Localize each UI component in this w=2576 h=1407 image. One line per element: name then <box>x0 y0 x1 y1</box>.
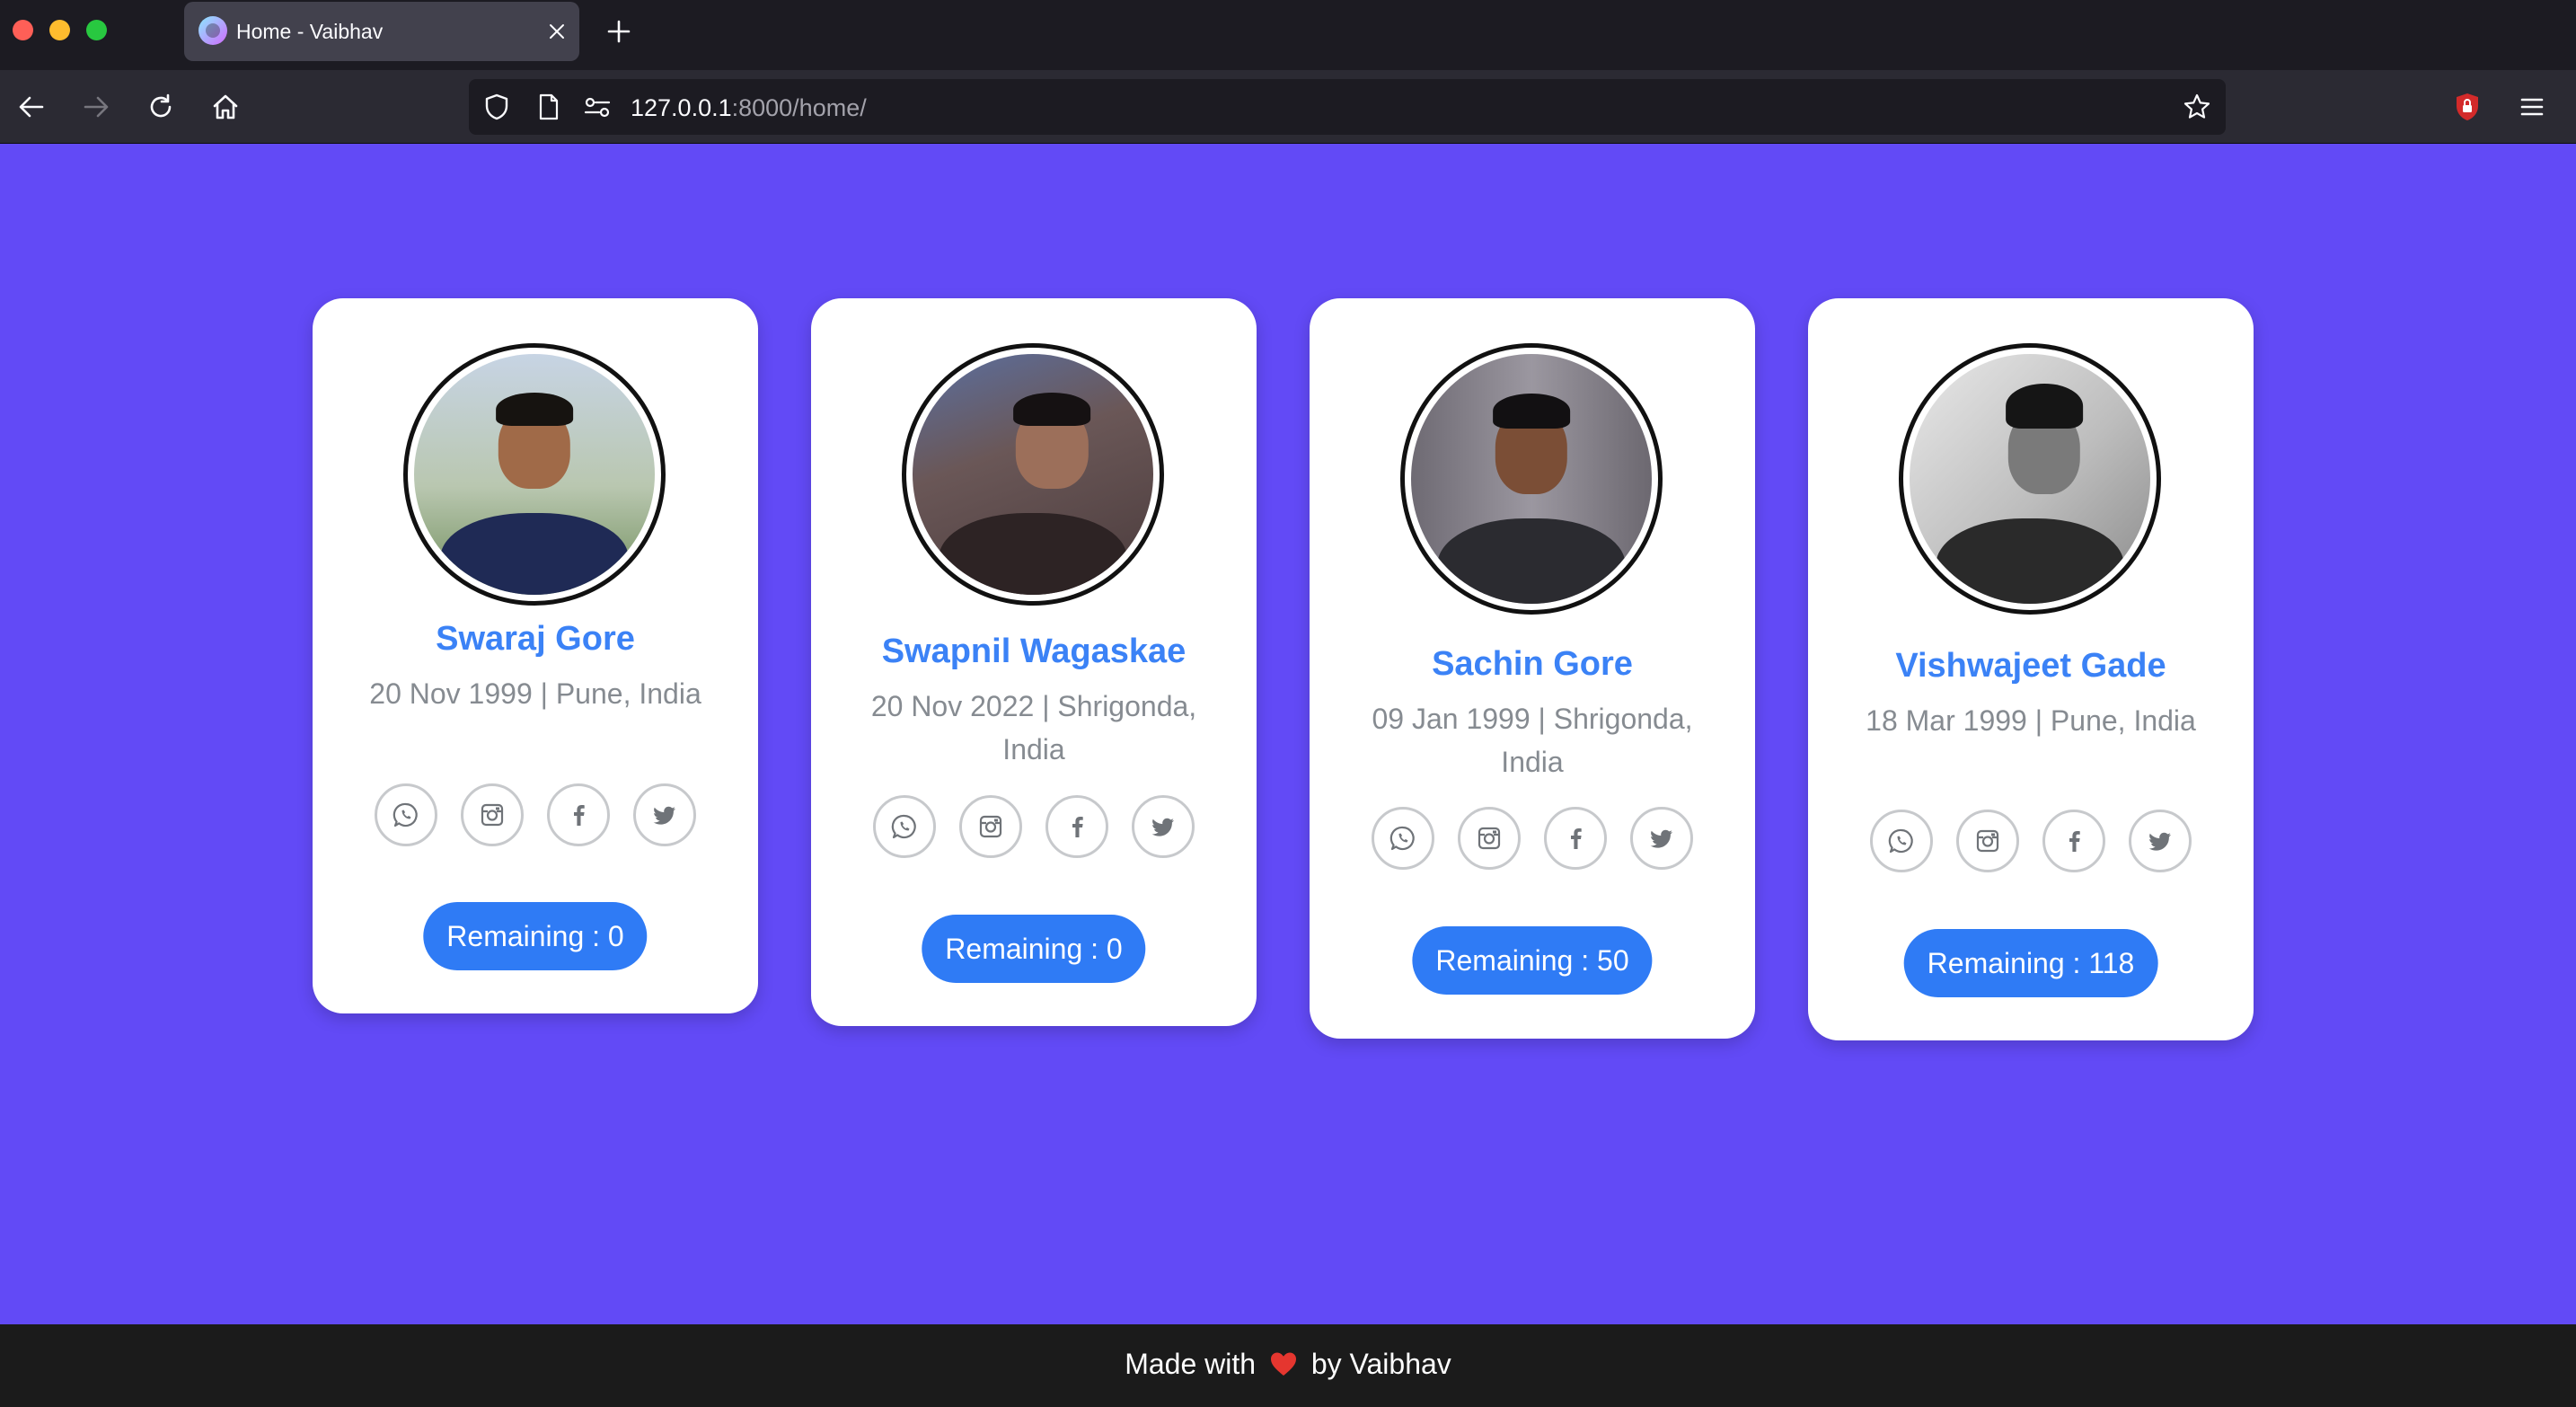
social-links <box>811 795 1257 858</box>
profile-card: Swapnil Wagaskae 20 Nov 2022 | Shrigonda… <box>811 298 1257 1026</box>
twitter-icon[interactable] <box>1630 807 1693 870</box>
twitter-icon[interactable] <box>633 783 696 846</box>
profile-info: 20 Nov 1999 | Pune, India <box>369 677 701 710</box>
browser-tab-active[interactable]: Home - Vaibhav <box>184 2 579 61</box>
footer-made-with: Made with <box>1125 1347 1257 1380</box>
avatar-hair <box>496 392 573 427</box>
whatsapp-icon[interactable] <box>873 795 936 858</box>
avatar-torso <box>1437 518 1626 604</box>
url-host: 127.0.0.1 <box>631 94 732 121</box>
page-footer: Made with by Vaibhav <box>0 1324 2576 1407</box>
profile-name: Vishwajeet Gade <box>1895 647 2166 685</box>
whatsapp-icon[interactable] <box>375 783 437 846</box>
browser-navbar: 127.0.0.1:8000/home/ <box>0 70 2576 144</box>
twitter-icon[interactable] <box>2129 810 2192 872</box>
page-background: Swaraj Gore 20 Nov 1999 | Pune, India Re… <box>0 144 2576 1324</box>
profile-name: Sachin Gore <box>1432 645 1633 683</box>
hamburger-menu-icon[interactable] <box>2511 86 2553 128</box>
browser-titlebar: Home - Vaibhav <box>0 0 2576 70</box>
profile-info: 20 Nov 2022 | Shrigonda, India <box>870 690 1197 765</box>
avatar-torso <box>1936 518 2124 604</box>
site-permissions-icon[interactable] <box>582 92 613 122</box>
profile-name: Swapnil Wagaskae <box>881 633 1187 670</box>
footer-author: by Vaibhav <box>1310 1347 1451 1380</box>
avatar-torso <box>939 512 1127 595</box>
instagram-icon[interactable] <box>1956 810 2019 872</box>
page-info-icon[interactable] <box>534 92 564 122</box>
maximize-window-button[interactable] <box>86 20 107 40</box>
extension-shield-lock-icon[interactable] <box>2447 86 2488 128</box>
facebook-icon[interactable] <box>547 783 610 846</box>
facebook-icon[interactable] <box>1544 807 1607 870</box>
tracking-shield-icon[interactable] <box>481 92 512 122</box>
profile-info: 18 Mar 1999 | Pune, India <box>1866 704 2196 737</box>
remaining-badge: Remaining : 50 <box>1412 926 1653 995</box>
forward-arrow-icon[interactable] <box>75 86 117 128</box>
home-icon[interactable] <box>205 86 246 128</box>
site-favicon-icon <box>198 16 227 45</box>
avatar-hair <box>1013 392 1091 427</box>
tab-title: Home - Vaibhav <box>236 20 384 43</box>
url-path: :8000/home/ <box>731 94 867 121</box>
profile-card: Swaraj Gore 20 Nov 1999 | Pune, India Re… <box>313 298 758 1013</box>
avatar[interactable] <box>1899 343 2161 615</box>
close-tab-icon[interactable] <box>539 13 575 49</box>
avatar-photo <box>1910 354 2150 604</box>
instagram-icon[interactable] <box>461 783 524 846</box>
new-tab-plus-icon[interactable] <box>598 11 640 52</box>
address-bar[interactable]: 127.0.0.1:8000/home/ <box>469 79 2226 135</box>
back-arrow-icon[interactable] <box>11 86 52 128</box>
social-links <box>313 783 758 846</box>
bookmark-star-icon[interactable] <box>2182 92 2212 122</box>
avatar[interactable] <box>403 343 666 606</box>
url-text: 127.0.0.1:8000/home/ <box>631 94 867 122</box>
profile-info: 09 Jan 1999 | Shrigonda, India <box>1372 703 1693 778</box>
close-window-button[interactable] <box>13 20 33 40</box>
profile-card: Vishwajeet Gade 18 Mar 1999 | Pune, Indi… <box>1808 298 2254 1040</box>
avatar[interactable] <box>902 343 1164 606</box>
whatsapp-icon[interactable] <box>1372 807 1434 870</box>
avatar-hair <box>2006 384 2083 429</box>
avatar-photo <box>414 354 655 595</box>
twitter-icon[interactable] <box>1132 795 1195 858</box>
avatar-photo <box>1411 354 1652 604</box>
social-links <box>1310 807 1755 870</box>
remaining-badge: Remaining : 118 <box>1903 929 2158 997</box>
instagram-icon[interactable] <box>959 795 1022 858</box>
facebook-icon[interactable] <box>2042 810 2105 872</box>
avatar-photo <box>913 354 1153 595</box>
footer-credit: Made with by Vaibhav <box>1125 1348 1451 1385</box>
social-links <box>1808 810 2254 872</box>
avatar[interactable] <box>1400 343 1663 615</box>
reload-icon[interactable] <box>140 86 181 128</box>
avatar-torso <box>440 512 629 595</box>
remaining-badge: Remaining : 0 <box>922 915 1146 983</box>
avatar-hair <box>1493 394 1570 429</box>
heart-icon <box>1269 1350 1298 1385</box>
instagram-icon[interactable] <box>1458 807 1521 870</box>
profile-name: Swaraj Gore <box>436 620 635 658</box>
profile-card: Sachin Gore 09 Jan 1999 | Shrigonda, Ind… <box>1310 298 1755 1039</box>
whatsapp-icon[interactable] <box>1870 810 1933 872</box>
facebook-icon[interactable] <box>1045 795 1108 858</box>
minimize-window-button[interactable] <box>49 20 70 40</box>
remaining-badge: Remaining : 0 <box>423 902 648 970</box>
